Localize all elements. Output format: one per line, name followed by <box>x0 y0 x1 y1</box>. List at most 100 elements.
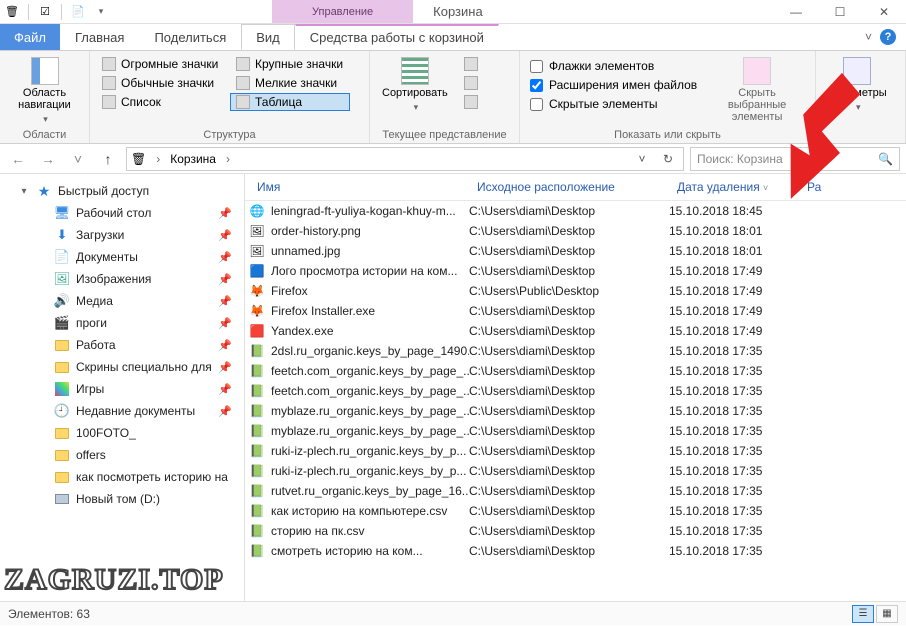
file-extensions-toggle[interactable]: Расширения имен файлов <box>526 76 701 94</box>
tab-share[interactable]: Поделиться <box>139 24 241 50</box>
column-name[interactable]: Имя <box>249 180 469 194</box>
file-row[interactable]: 🦊FirefoxC:\Users\Public\Desktop15.10.201… <box>245 281 906 301</box>
back-button[interactable]: ← <box>6 147 30 171</box>
file-row[interactable]: 📗rutvet.ru_organic.keys_by_page_16...C:\… <box>245 481 906 501</box>
column-original-location[interactable]: Исходное расположение <box>469 180 669 194</box>
file-date-deleted: 15.10.2018 17:35 <box>669 484 799 498</box>
file-row[interactable]: 📗как историю на компьютере.csvC:\Users\d… <box>245 501 906 521</box>
close-button[interactable]: ✕ <box>862 0 906 24</box>
file-type-icon: 🌐 <box>249 203 265 219</box>
layout-huge-icons[interactable]: Огромные значки <box>96 55 226 73</box>
forward-button[interactable]: → <box>36 147 60 171</box>
column-size[interactable]: Ра <box>799 180 829 194</box>
tab-recycle-tools[interactable]: Средства работы с корзиной <box>295 24 499 50</box>
file-date-deleted: 15.10.2018 17:35 <box>669 444 799 458</box>
sidebar-item[interactable]: Скрины специально для 📌 <box>0 356 244 378</box>
hide-selected-button[interactable]: Скрыть выбранные элементы <box>705 55 809 125</box>
file-row[interactable]: 🖼order-history.pngC:\Users\diami\Desktop… <box>245 221 906 241</box>
folder-icon <box>54 447 70 463</box>
pin-icon: 📌 <box>218 295 238 308</box>
sort-label: Сортировать <box>382 87 448 99</box>
layout-small-icons[interactable]: Мелкие значки <box>230 74 350 92</box>
file-row[interactable]: 🟥Yandex.exeC:\Users\diami\Desktop15.10.2… <box>245 321 906 341</box>
tab-home[interactable]: Главная <box>60 24 139 50</box>
column-date-deleted[interactable]: Дата удаления ˅ <box>669 180 799 194</box>
file-row[interactable]: 🌐leningrad-ft-yuliya-kogan-khuy-m...C:\U… <box>245 201 906 221</box>
file-original-location: C:\Users\diami\Desktop <box>469 544 669 558</box>
file-row[interactable]: 📗смотреть историю на ком...C:\Users\diam… <box>245 541 906 561</box>
file-row[interactable]: 📗2dsl.ru_organic.keys_by_page_1490...C:\… <box>245 341 906 361</box>
size-columns-button[interactable] <box>458 93 484 111</box>
sidebar-item[interactable]: 🎬проги📌 <box>0 312 244 334</box>
file-row[interactable]: 📗myblaze.ru_organic.keys_by_page_...C:\U… <box>245 421 906 441</box>
minimize-button[interactable]: — <box>774 0 818 24</box>
details-view-button[interactable]: ☰ <box>852 605 874 623</box>
properties-icon[interactable]: ☑ <box>37 4 53 20</box>
doc-icon: 📄 <box>54 249 70 265</box>
options-button[interactable]: Параметры <box>822 55 893 115</box>
layout-large-icons[interactable]: Крупные значки <box>230 55 350 73</box>
layout-details[interactable]: Таблица <box>230 93 350 111</box>
sidebar-item[interactable]: Новый том (D:) <box>0 488 244 510</box>
file-type-icon: 🟦 <box>249 263 265 279</box>
ribbon-collapse-icon[interactable]: ˅ <box>865 30 872 44</box>
sidebar-item-label: Работа <box>76 338 116 352</box>
sidebar-item[interactable]: 🖥Рабочий стол📌 <box>0 202 244 224</box>
file-row[interactable]: 📗feetch.com_organic.keys_by_page_...C:\U… <box>245 361 906 381</box>
file-list[interactable]: Имя Исходное расположение Дата удаления … <box>245 174 906 601</box>
navigation-sidebar[interactable]: ▾ ★ Быстрый доступ 🖥Рабочий стол📌⬇Загруз… <box>0 174 245 601</box>
sidebar-item[interactable]: 🕘Недавние документы📌 <box>0 400 244 422</box>
new-folder-icon[interactable]: 📄 <box>70 4 86 20</box>
file-name: order-history.png <box>271 224 361 238</box>
sidebar-item-label: Медиа <box>76 294 113 308</box>
sidebar-item-label: offers <box>76 448 106 462</box>
breadcrumb-root-caret[interactable]: › <box>150 152 166 166</box>
sidebar-item[interactable]: ⬇Загрузки📌 <box>0 224 244 246</box>
expand-icon[interactable]: ▾ <box>18 186 30 197</box>
sidebar-item[interactable]: 🖼Изображения📌 <box>0 268 244 290</box>
breadcrumb-item[interactable]: Корзина <box>170 152 216 166</box>
thumbnails-view-button[interactable]: ▦ <box>876 605 898 623</box>
group-by-button[interactable] <box>458 55 484 73</box>
add-columns-button[interactable] <box>458 74 484 92</box>
navigation-pane-button[interactable]: Область навигации <box>6 55 83 127</box>
refresh-icon[interactable]: ↻ <box>657 152 679 166</box>
file-row[interactable]: 🟦Лого просмотра истории на ком...C:\User… <box>245 261 906 281</box>
sidebar-item[interactable]: offers <box>0 444 244 466</box>
sidebar-quick-access[interactable]: ▾ ★ Быстрый доступ <box>0 180 244 202</box>
tab-view[interactable]: Вид <box>241 24 295 50</box>
sidebar-item[interactable]: 100FOTO_ <box>0 422 244 444</box>
breadcrumb[interactable]: 🗑 › Корзина › ˅ ↻ <box>126 147 684 171</box>
file-original-location: C:\Users\diami\Desktop <box>469 244 669 258</box>
file-row[interactable]: 📗ruki-iz-plech.ru_organic.keys_by_p...C:… <box>245 461 906 481</box>
sidebar-item[interactable]: Работа📌 <box>0 334 244 356</box>
file-row[interactable]: 📗сторию на пк.csvC:\Users\diami\Desktop1… <box>245 521 906 541</box>
file-row[interactable]: 🖼unnamed.jpgC:\Users\diami\Desktop15.10.… <box>245 241 906 261</box>
recent-locations-button[interactable]: ˅ <box>66 147 90 171</box>
file-row[interactable]: 📗ruki-iz-plech.ru_organic.keys_by_p...C:… <box>245 441 906 461</box>
recycle-bin-icon: 🗑 <box>131 152 146 166</box>
help-icon[interactable]: ? <box>880 29 896 45</box>
sidebar-item[interactable]: как посмотреть историю на <box>0 466 244 488</box>
sidebar-item[interactable]: 📄Документы📌 <box>0 246 244 268</box>
file-tab[interactable]: Файл <box>0 24 60 50</box>
sidebar-item[interactable]: 🔊Медиа📌 <box>0 290 244 312</box>
qat-dropdown-icon[interactable] <box>92 4 108 20</box>
item-checkboxes-toggle[interactable]: Флажки элементов <box>526 57 701 75</box>
maximize-button[interactable]: ☐ <box>818 0 862 24</box>
hidden-items-toggle[interactable]: Скрытые элементы <box>526 95 701 113</box>
navigation-pane-icon <box>31 57 59 85</box>
file-row[interactable]: 📗feetch.com_organic.keys_by_page_...C:\U… <box>245 381 906 401</box>
pin-icon: 📌 <box>218 317 238 330</box>
sort-button[interactable]: Сортировать <box>376 55 454 115</box>
games-icon <box>54 381 70 397</box>
file-row[interactable]: 📗myblaze.ru_organic.keys_by_page_...C:\U… <box>245 401 906 421</box>
file-row[interactable]: 🦊Firefox Installer.exeC:\Users\diami\Des… <box>245 301 906 321</box>
breadcrumb-caret[interactable]: › <box>220 152 236 166</box>
up-button[interactable]: ↑ <box>96 147 120 171</box>
layout-medium-icons[interactable]: Обычные значки <box>96 74 226 92</box>
sidebar-item[interactable]: Игры📌 <box>0 378 244 400</box>
search-input[interactable]: Поиск: Корзина 🔍 <box>690 147 900 171</box>
history-dropdown-icon[interactable]: ˅ <box>631 152 653 166</box>
layout-list[interactable]: Список <box>96 93 226 111</box>
